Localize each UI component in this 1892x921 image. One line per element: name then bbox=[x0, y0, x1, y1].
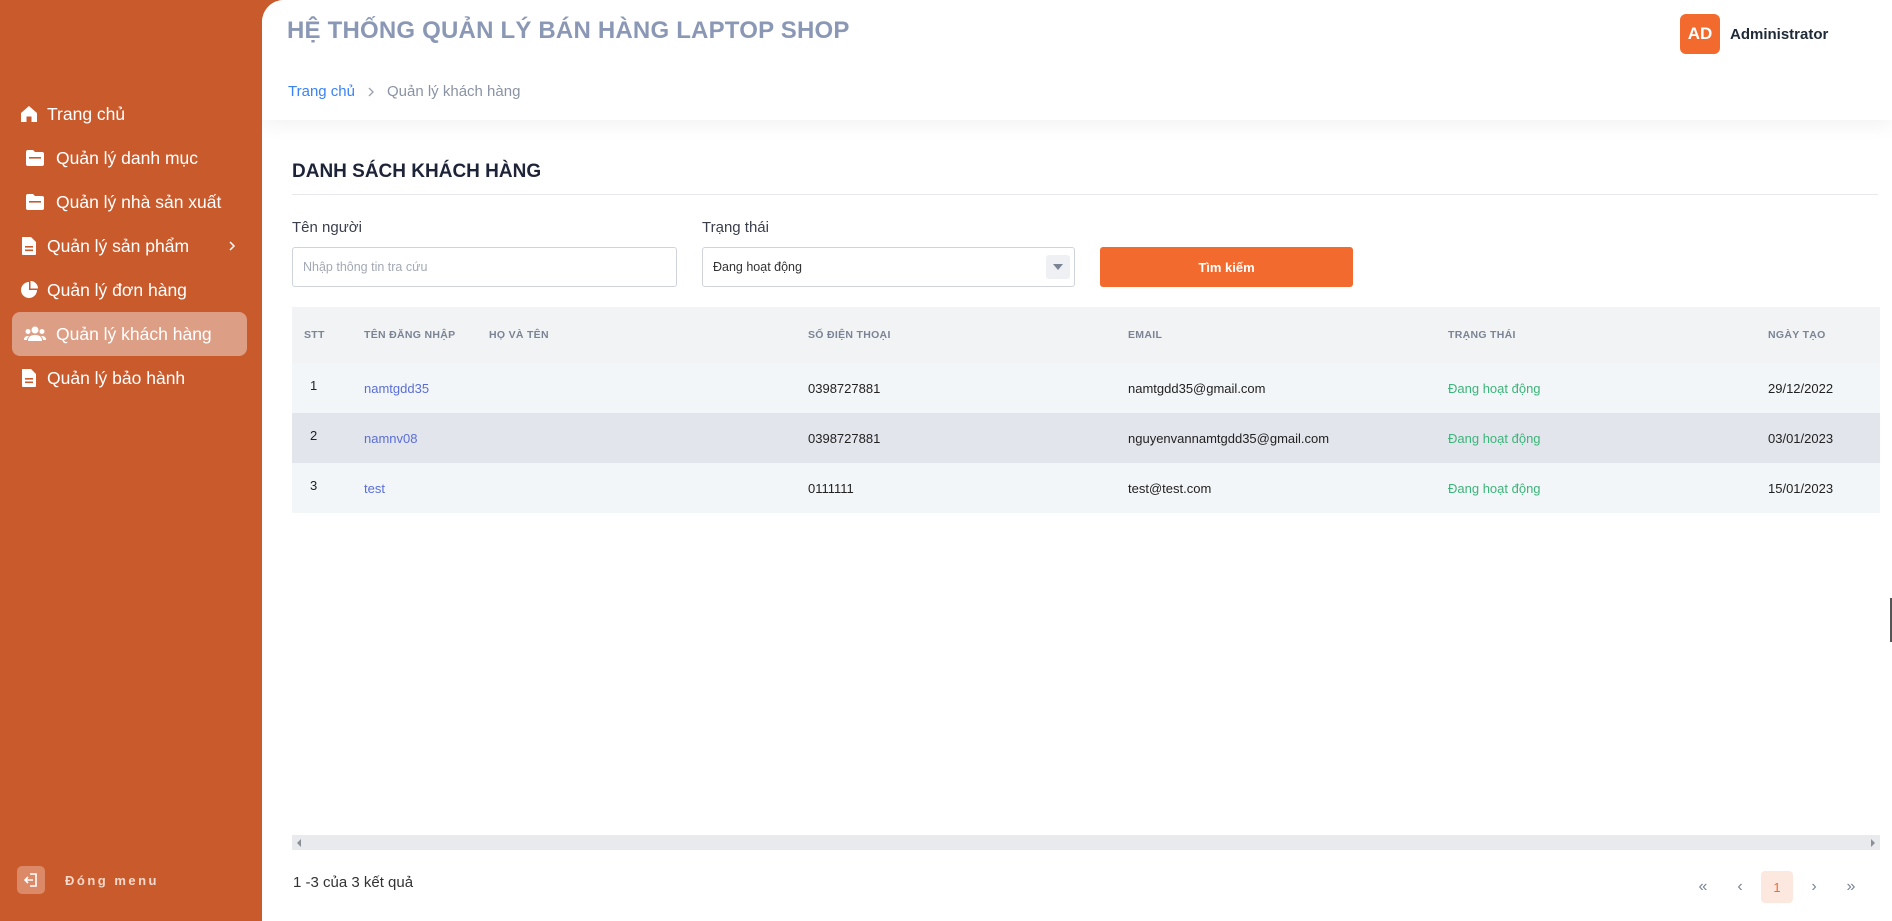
app-title: HỆ THỐNG QUẢN LÝ BÁN HÀNG LAPTOP SHOP bbox=[287, 17, 850, 44]
users-icon bbox=[24, 323, 46, 345]
pagination: « ‹ 1 › » bbox=[1682, 871, 1867, 903]
close-menu-label: Đóng menu bbox=[65, 872, 159, 888]
row-created: 15/01/2023 bbox=[1768, 480, 1834, 496]
row-phone: 0398727881 bbox=[808, 380, 881, 396]
row-username-link[interactable]: namtgdd35 bbox=[364, 381, 489, 396]
column-header[interactable]: TRẠNG THÁI bbox=[1448, 329, 1768, 341]
prev-page-button[interactable]: ‹ bbox=[1724, 871, 1756, 903]
customer-table: STT TÊN ĐĂNG NHẬP HỌ VÀ TÊN SỐ ĐIỆN THOẠ… bbox=[292, 307, 1880, 513]
horizontal-scrollbar[interactable] bbox=[292, 835, 1880, 850]
search-input[interactable] bbox=[292, 247, 677, 287]
document-icon bbox=[18, 235, 40, 257]
name-filter-label: Tên người bbox=[292, 219, 362, 236]
sidebar-item-products[interactable]: Quản lý sản phẩm bbox=[12, 224, 247, 268]
table-header: STT TÊN ĐĂNG NHẬP HỌ VÀ TÊN SỐ ĐIỆN THOẠ… bbox=[292, 307, 1880, 363]
breadcrumb: Trang chủ Quản lý khách hàng bbox=[288, 83, 520, 100]
table-row[interactable]: 3 test 0111111 test@test.com Đang hoạt đ… bbox=[292, 463, 1880, 513]
sidebar-item-label: Quản lý sản phẩm bbox=[47, 235, 190, 256]
table-row[interactable]: 1 namtgdd35 0398727881 namtgdd35@gmail.c… bbox=[292, 363, 1880, 413]
breadcrumb-home-link[interactable]: Trang chủ bbox=[288, 83, 355, 100]
row-created: 29/12/2022 bbox=[1768, 380, 1834, 396]
document-icon bbox=[18, 367, 40, 389]
app-root: Trang chủ Quản lý danh mục Quản lý nhà s… bbox=[0, 0, 1892, 921]
column-header[interactable]: TÊN ĐĂNG NHẬP bbox=[364, 329, 489, 341]
sidebar-item-label: Trang chủ bbox=[47, 103, 126, 124]
sidebar-item-home[interactable]: Trang chủ bbox=[12, 92, 247, 136]
sidebar: Trang chủ Quản lý danh mục Quản lý nhà s… bbox=[0, 0, 262, 921]
sidebar-item-customers[interactable]: Quản lý khách hàng bbox=[12, 312, 247, 356]
sidebar-item-label: Quản lý đơn hàng bbox=[47, 279, 187, 300]
home-icon bbox=[18, 103, 40, 125]
column-header[interactable]: HỌ VÀ TÊN bbox=[489, 329, 808, 341]
user-name: Administrator bbox=[1730, 25, 1829, 43]
chevron-right-icon bbox=[367, 84, 375, 100]
sidebar-nav: Trang chủ Quản lý danh mục Quản lý nhà s… bbox=[12, 92, 247, 400]
row-username-link[interactable]: test bbox=[364, 481, 489, 496]
status-select-value: Đang hoạt động bbox=[713, 260, 802, 274]
close-menu-button[interactable]: Đóng menu bbox=[17, 866, 159, 894]
sidebar-item-label: Quản lý nhà sản xuất bbox=[56, 191, 222, 212]
table-row[interactable]: 2 namnv08 0398727881 nguyenvannamtgdd35@… bbox=[292, 413, 1880, 463]
breadcrumb-current: Quản lý khách hàng bbox=[386, 83, 521, 100]
main-content: HỆ THỐNG QUẢN LÝ BÁN HÀNG LAPTOP SHOP AD… bbox=[262, 0, 1892, 921]
first-page-button[interactable]: « bbox=[1687, 871, 1719, 903]
chevron-right-icon bbox=[223, 237, 241, 255]
row-email: namtgdd35@gmail.com bbox=[1128, 380, 1266, 396]
row-created: 03/01/2023 bbox=[1768, 430, 1834, 446]
row-email: test@test.com bbox=[1128, 480, 1212, 496]
result-count: 1 -3 của 3 kết quả bbox=[293, 874, 414, 891]
user-menu[interactable]: AD Administrator bbox=[1680, 14, 1828, 54]
next-page-button[interactable]: › bbox=[1798, 871, 1830, 903]
row-status: Đang hoạt động bbox=[1448, 480, 1541, 496]
row-stt: 1 bbox=[310, 377, 318, 393]
sidebar-item-label: Quản lý bảo hành bbox=[47, 367, 186, 388]
row-phone: 0398727881 bbox=[808, 430, 881, 446]
sidebar-item-categories[interactable]: Quản lý danh mục bbox=[12, 136, 247, 180]
folder-icon bbox=[24, 147, 46, 169]
sidebar-item-manufacturers[interactable]: Quản lý nhà sản xuất bbox=[12, 180, 247, 224]
row-stt: 3 bbox=[310, 477, 318, 493]
status-filter-label: Trạng thái bbox=[702, 219, 769, 236]
column-header[interactable]: NGÀY TẠO bbox=[1768, 329, 1880, 341]
row-username-link[interactable]: namnv08 bbox=[364, 431, 489, 446]
header: HỆ THỐNG QUẢN LÝ BÁN HÀNG LAPTOP SHOP AD… bbox=[262, 0, 1892, 120]
search-button[interactable]: Tìm kiếm bbox=[1100, 247, 1353, 287]
sidebar-item-label: Quản lý khách hàng bbox=[56, 323, 212, 344]
row-status: Đang hoạt động bbox=[1448, 380, 1541, 396]
folder-icon bbox=[24, 191, 46, 213]
row-email: nguyenvannamtgdd35@gmail.com bbox=[1128, 430, 1330, 446]
column-header[interactable]: SỐ ĐIỆN THOẠI bbox=[808, 329, 1128, 341]
row-stt: 2 bbox=[310, 427, 318, 443]
sidebar-item-orders[interactable]: Quản lý đơn hàng bbox=[12, 268, 247, 312]
page-title: DANH SÁCH KHÁCH HÀNG bbox=[292, 161, 542, 182]
sidebar-item-label: Quản lý danh mục bbox=[56, 147, 199, 168]
row-phone: 0111111 bbox=[808, 480, 854, 496]
scroll-right-icon[interactable] bbox=[1868, 837, 1878, 848]
status-select[interactable]: Đang hoạt động bbox=[702, 247, 1075, 287]
divider bbox=[292, 194, 1878, 195]
caret-down-icon bbox=[1046, 255, 1070, 279]
column-header[interactable]: EMAIL bbox=[1128, 329, 1448, 341]
page-button-current[interactable]: 1 bbox=[1761, 871, 1793, 903]
scroll-left-icon[interactable] bbox=[294, 837, 304, 848]
logout-icon bbox=[17, 866, 45, 894]
column-header[interactable]: STT bbox=[292, 329, 364, 341]
avatar: AD bbox=[1680, 14, 1720, 54]
last-page-button[interactable]: » bbox=[1835, 871, 1867, 903]
row-status: Đang hoạt động bbox=[1448, 430, 1541, 446]
pie-chart-icon bbox=[18, 279, 40, 301]
sidebar-item-warranty[interactable]: Quản lý bảo hành bbox=[12, 356, 247, 400]
